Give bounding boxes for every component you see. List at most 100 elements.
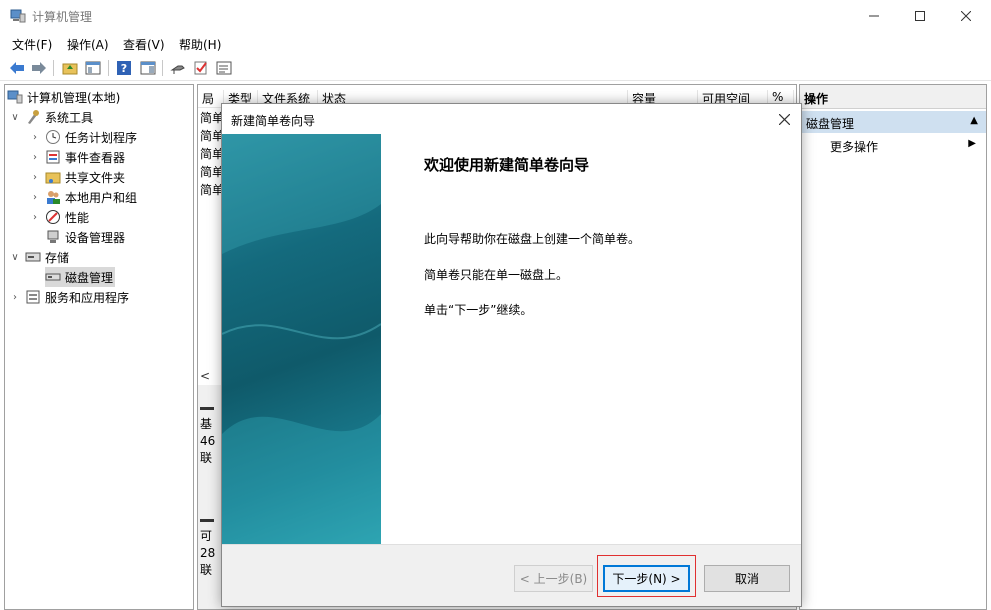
forward-button[interactable] xyxy=(29,59,49,77)
chevron-right-icon[interactable]: › xyxy=(29,152,41,163)
disk-icon xyxy=(45,273,61,281)
wizard-content: 欢迎使用新建简单卷向导 此向导帮助你在磁盘上创建一个简单卷。 简单卷只能在单一磁… xyxy=(381,134,801,544)
menu-help[interactable]: 帮助(H) xyxy=(179,36,221,53)
performance-icon xyxy=(46,210,60,224)
tree-label: 存储 xyxy=(45,250,70,265)
tree-item-services-apps[interactable]: › 服务和应用程序 xyxy=(9,287,129,307)
check-button[interactable] xyxy=(191,59,211,77)
event-viewer-icon xyxy=(46,150,60,164)
tree-label: 任务计划程序 xyxy=(65,130,138,145)
disk-icon xyxy=(200,519,214,522)
storage-icon xyxy=(25,252,41,262)
toolbar-separator xyxy=(53,60,54,76)
clock-icon xyxy=(46,130,60,144)
close-icon xyxy=(961,11,971,21)
disk-icon xyxy=(200,407,214,410)
window-title: 计算机管理 xyxy=(32,10,93,24)
disk-0-info[interactable]: 基 46 联 xyxy=(200,407,222,467)
computer-management-icon xyxy=(7,90,23,104)
menu-action[interactable]: 操作(A) xyxy=(67,36,109,53)
minimize-button[interactable] xyxy=(851,0,897,32)
menu-view[interactable]: 查看(V) xyxy=(123,36,165,53)
console-tree-icon xyxy=(85,61,101,75)
help-button[interactable]: ? xyxy=(114,59,134,77)
computer-management-icon xyxy=(10,9,26,23)
console-tree: 计算机管理(本地) ∨ 系统工具 › 任务计划程序 › 事件查看器 › 共享文件… xyxy=(4,84,194,610)
chevron-right-icon[interactable]: › xyxy=(29,212,41,223)
tree-item-storage[interactable]: ∨ 存储 xyxy=(9,247,69,267)
folder-up-icon xyxy=(62,63,78,75)
tree-item-root[interactable]: 计算机管理(本地) xyxy=(7,87,120,107)
toolbar-separator xyxy=(108,60,109,76)
scroll-left-button[interactable]: < xyxy=(200,369,210,383)
disk-status: 联 xyxy=(200,563,213,577)
submenu-arrow-icon: ▶ xyxy=(968,138,976,149)
back-button-disabled: < 上一步(B) xyxy=(514,565,593,592)
users-icon xyxy=(47,191,60,204)
wizard-text-3: 单击“下一步”继续。 xyxy=(424,303,533,317)
chevron-right-icon[interactable]: › xyxy=(29,192,41,203)
tree-item-disk-management[interactable]: 磁盘管理 xyxy=(45,267,116,287)
tree-label: 系统工具 xyxy=(45,110,94,125)
back-button[interactable] xyxy=(7,59,27,77)
wizard-heading: 欢迎使用新建简单卷向导 xyxy=(424,156,590,174)
checklist-icon xyxy=(194,61,207,75)
next-button-highlight xyxy=(597,555,696,597)
chevron-right-icon[interactable]: › xyxy=(29,172,41,183)
device-manager-icon xyxy=(47,230,59,243)
maximize-icon xyxy=(915,11,925,21)
more-actions-item[interactable]: 更多操作 xyxy=(830,138,878,155)
tree-item-task-scheduler[interactable]: › 任务计划程序 xyxy=(29,127,137,147)
disk-type: 可 xyxy=(200,529,213,543)
actions-pane: 操作 磁盘管理 ▲ 更多操作 ▶ xyxy=(799,84,987,610)
maximize-button[interactable] xyxy=(897,0,943,32)
menu-file[interactable]: 文件(F) xyxy=(12,36,52,53)
show-action-pane-button[interactable] xyxy=(138,59,158,77)
disk-size: 46 xyxy=(200,434,216,448)
disk-status: 联 xyxy=(200,451,213,465)
tree-label: 性能 xyxy=(65,210,90,225)
close-icon xyxy=(778,113,790,125)
arrow-left-icon xyxy=(10,62,24,74)
disk-1-info[interactable]: 可 28 联 xyxy=(200,519,222,579)
title-bar: 计算机管理 xyxy=(0,0,991,32)
toolbar: ? xyxy=(0,56,991,81)
plug-icon xyxy=(170,65,185,74)
tree-label: 磁盘管理 xyxy=(65,270,114,285)
dialog-title: 新建简单卷向导 xyxy=(231,114,316,128)
tree-item-local-users[interactable]: › 本地用户和组 xyxy=(29,187,137,207)
disk-size: 28 xyxy=(200,546,216,560)
tree-label: 共享文件夹 xyxy=(65,170,126,185)
tree-label: 计算机管理(本地) xyxy=(27,90,121,105)
tree-item-system-tools[interactable]: ∨ 系统工具 xyxy=(9,107,93,127)
tree-item-event-viewer[interactable]: › 事件查看器 xyxy=(29,147,125,167)
shared-folder-icon xyxy=(45,172,61,184)
wizard-text-1: 此向导帮助你在磁盘上创建一个简单卷。 xyxy=(424,232,641,246)
connect-button[interactable] xyxy=(168,59,188,77)
tree-label: 设备管理器 xyxy=(65,230,126,245)
show-hide-tree-button[interactable] xyxy=(83,59,103,77)
tree-item-performance[interactable]: › 性能 xyxy=(29,207,89,227)
toolbar-separator xyxy=(162,60,163,76)
actions-title: 操作 xyxy=(800,85,986,109)
tree-item-device-manager[interactable]: 设备管理器 xyxy=(45,227,125,247)
actions-section-disk-management[interactable]: 磁盘管理 ▲ xyxy=(800,111,986,133)
chevron-down-icon[interactable]: ∨ xyxy=(9,112,21,123)
menu-bar: 文件(F) 操作(A) 查看(V) 帮助(H) xyxy=(0,32,991,54)
action-pane-icon xyxy=(140,61,156,75)
tree-item-shared-folders[interactable]: › 共享文件夹 xyxy=(29,167,125,187)
dialog-close-button[interactable] xyxy=(771,106,797,132)
up-folder-button[interactable] xyxy=(60,59,80,77)
disk-type: 基 xyxy=(200,417,213,431)
chevron-right-icon[interactable]: › xyxy=(9,292,21,303)
wizard-banner-image xyxy=(221,134,382,544)
tree-label: 本地用户和组 xyxy=(65,190,138,205)
minimize-icon xyxy=(869,15,879,17)
cancel-button[interactable]: 取消 xyxy=(704,565,790,592)
chevron-right-icon[interactable]: › xyxy=(29,132,41,143)
close-button[interactable] xyxy=(943,0,989,32)
properties-button[interactable] xyxy=(214,59,234,77)
collapse-up-icon[interactable]: ▲ xyxy=(970,115,978,126)
properties-icon xyxy=(216,61,232,75)
chevron-down-icon[interactable]: ∨ xyxy=(9,252,21,263)
